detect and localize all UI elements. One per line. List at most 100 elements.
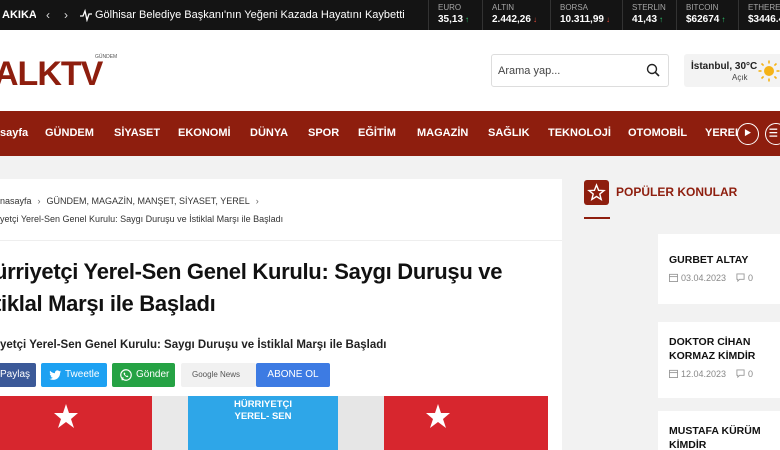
- nav-item-spor[interactable]: SPOR: [308, 111, 339, 156]
- whatsapp-share-button[interactable]: Gönder: [112, 363, 175, 387]
- article-title-line: ürriyetçi Yerel-Sen Genel Kurulu: Saygı …: [0, 259, 503, 284]
- logo-text: ALKTV: [0, 55, 104, 92]
- market-value: 10.311,99: [560, 14, 604, 25]
- nav-item-dunya[interactable]: DÜNYA: [250, 111, 288, 156]
- popular-topics-title: POPÜLER KONULAR: [616, 185, 738, 199]
- popular-card-date: 03.04.2023: [681, 273, 727, 283]
- popular-card[interactable]: MUSTAFA KÜRÜM KİMDİR: [658, 411, 780, 450]
- facebook-share-label: Paylaş: [0, 369, 31, 380]
- nav-scroll-button[interactable]: [737, 123, 759, 145]
- nav-item-egitim[interactable]: EĞİTİM: [358, 111, 396, 156]
- twitter-share-label: Tweetle: [65, 369, 100, 380]
- arrow-down-icon: ↓: [605, 15, 610, 24]
- chevron-right-icon[interactable]: ›: [57, 0, 75, 30]
- market-value: $3446.4: [748, 14, 780, 25]
- menu-button[interactable]: [765, 123, 780, 145]
- comment-icon: [736, 273, 745, 283]
- chevron-right-icon: ›: [37, 196, 41, 206]
- nav-item-anasayfa[interactable]: sayfa: [0, 111, 28, 156]
- calendar-icon: [669, 369, 678, 378]
- google-news-button[interactable]: Google News: [181, 363, 256, 387]
- pulse-icon: [80, 8, 92, 22]
- popular-card-date: 12.04.2023: [681, 369, 727, 379]
- menu-icon: [769, 128, 778, 137]
- sun-icon: [758, 60, 780, 82]
- google-news-label: Google News: [192, 370, 241, 379]
- chevron-right-icon: ›: [255, 196, 259, 206]
- market-name: EURO: [438, 3, 462, 12]
- search-icon[interactable]: [646, 63, 660, 77]
- top-ticker-bar: AKIKA ‹ › Gölhisar Belediye Başkanı'nın …: [0, 0, 780, 30]
- popular-card[interactable]: GURBET ALTAY 03.04.2023 0: [658, 234, 780, 304]
- nav-item-teknoloji[interactable]: TEKNOLOJİ: [548, 111, 611, 156]
- breadcrumb-home-link[interactable]: nasayfa: [0, 196, 32, 206]
- market-value: 35,13: [438, 14, 464, 25]
- market-bitcoin: BITCOIN $62674 ↑: [676, 0, 738, 30]
- whatsapp-icon: [120, 369, 132, 381]
- search-input[interactable]: [498, 55, 638, 86]
- ticker-headline-link[interactable]: Gölhisar Belediye Başkanı'nın Yeğeni Kaz…: [95, 0, 405, 30]
- arrow-up-icon: ↑: [659, 15, 664, 24]
- weather-condition: Açık: [732, 73, 748, 82]
- popular-topics-header: POPÜLER KONULAR: [584, 180, 780, 220]
- nav-item-saglik[interactable]: SAĞLIK: [488, 111, 530, 156]
- market-name: STERLIN: [632, 3, 666, 12]
- calendar-icon: [669, 273, 678, 282]
- divider: [0, 240, 562, 241]
- popular-card-title: DOKTOR CİHAN KORMAZ KİMDİR: [669, 336, 756, 362]
- play-icon: [744, 129, 751, 137]
- breadcrumb: nasayfa › GÜNDEM, MAGAZİN, MANŞET, SİYASET…: [0, 196, 265, 206]
- market-value: $62674: [686, 14, 720, 25]
- popular-card[interactable]: DOKTOR CİHAN KORMAZ KİMDİR 12.04.2023 0: [658, 322, 780, 398]
- market-name: BITCOIN: [686, 3, 719, 12]
- nav-item-magazin[interactable]: MAGAZİN: [417, 111, 468, 156]
- nav-item-gundem[interactable]: GÜNDEM: [45, 111, 94, 156]
- market-name: BORSA: [560, 3, 589, 12]
- market-name: ETHEREUM: [748, 3, 780, 12]
- nav-item-ekonomi[interactable]: EKONOMİ: [178, 111, 231, 156]
- comment-icon: [736, 369, 745, 379]
- market-sterlin: STERLIN 41,43 ↑: [622, 0, 676, 30]
- nav-item-otomobil[interactable]: OTOMOBİL: [628, 111, 687, 156]
- article-card: nasayfa › GÜNDEM, MAGAZİN, MANŞET, SİYASET…: [0, 179, 562, 450]
- weather-city: İstanbul, 30°C: [691, 61, 758, 72]
- breadcrumb-categories-link[interactable]: GÜNDEM, MAGAZİN, MANŞET, SİYASET, YEREL: [47, 196, 250, 206]
- popular-card-title: MUSTAFA KÜRÜM KİMDİR: [669, 425, 761, 450]
- article-title-line: tiklal Marşı ile Başladı: [0, 291, 216, 316]
- popular-card-title: GURBET ALTAY: [669, 254, 749, 266]
- market-name: ALTIN: [492, 3, 515, 12]
- market-ethereum: ETHEREUM $3446.4: [738, 0, 780, 30]
- article-subtitle: yetçi Yerel-Sen Genel Kurulu: Saygı Duru…: [0, 339, 387, 351]
- logo-tag: GÜNDEM: [95, 53, 117, 60]
- arrow-up-icon: ↑: [721, 15, 726, 24]
- article-title: ürriyetçi Yerel-Sen Genel Kurulu: Saygı …: [0, 256, 554, 320]
- photo-text: YEREL- SEN: [234, 411, 291, 422]
- search-box: [491, 54, 669, 87]
- facebook-share-button[interactable]: Paylaş: [0, 363, 36, 387]
- popular-card-comments: 0: [748, 273, 754, 283]
- popular-card-meta: 12.04.2023 0: [669, 369, 780, 379]
- popular-card-meta: 03.04.2023 0: [669, 273, 780, 283]
- market-euro: EURO 35,13 ↑: [428, 0, 482, 30]
- photo-text: HÜRRIYETÇI: [234, 399, 292, 410]
- star-icon: [587, 183, 606, 202]
- market-value: 2.442,26: [492, 14, 531, 25]
- article-photo: HÜRRIYETÇI YEREL- SEN: [0, 396, 548, 450]
- popular-topics-badge: [584, 180, 609, 205]
- twitter-icon: [49, 370, 62, 380]
- weather-widget: İstanbul, 30°C Açık: [684, 54, 780, 87]
- market-altin: ALTIN 2.442,26 ↓: [482, 0, 550, 30]
- market-value: 41,43: [632, 14, 658, 25]
- ticker-label: AKIKA: [2, 9, 36, 21]
- chevron-left-icon[interactable]: ‹: [39, 0, 57, 30]
- site-logo[interactable]: ALKTV GÜNDEM: [0, 52, 124, 92]
- arrow-down-icon: ↓: [532, 15, 537, 24]
- twitter-share-button[interactable]: Tweetle: [41, 363, 107, 387]
- site-header: ALKTV GÜNDEM İstanbul, 30°C Açık: [0, 30, 780, 111]
- subscribe-button[interactable]: ABONE OL: [256, 363, 330, 387]
- arrow-up-icon: ↑: [465, 15, 470, 24]
- popular-card-comments: 0: [748, 369, 754, 379]
- whatsapp-share-label: Gönder: [136, 369, 170, 380]
- main-nav: sayfa GÜNDEM SİYASET EKONOMİ DÜNYA SPOR …: [0, 111, 780, 156]
- nav-item-siyaset[interactable]: SİYASET: [114, 111, 160, 156]
